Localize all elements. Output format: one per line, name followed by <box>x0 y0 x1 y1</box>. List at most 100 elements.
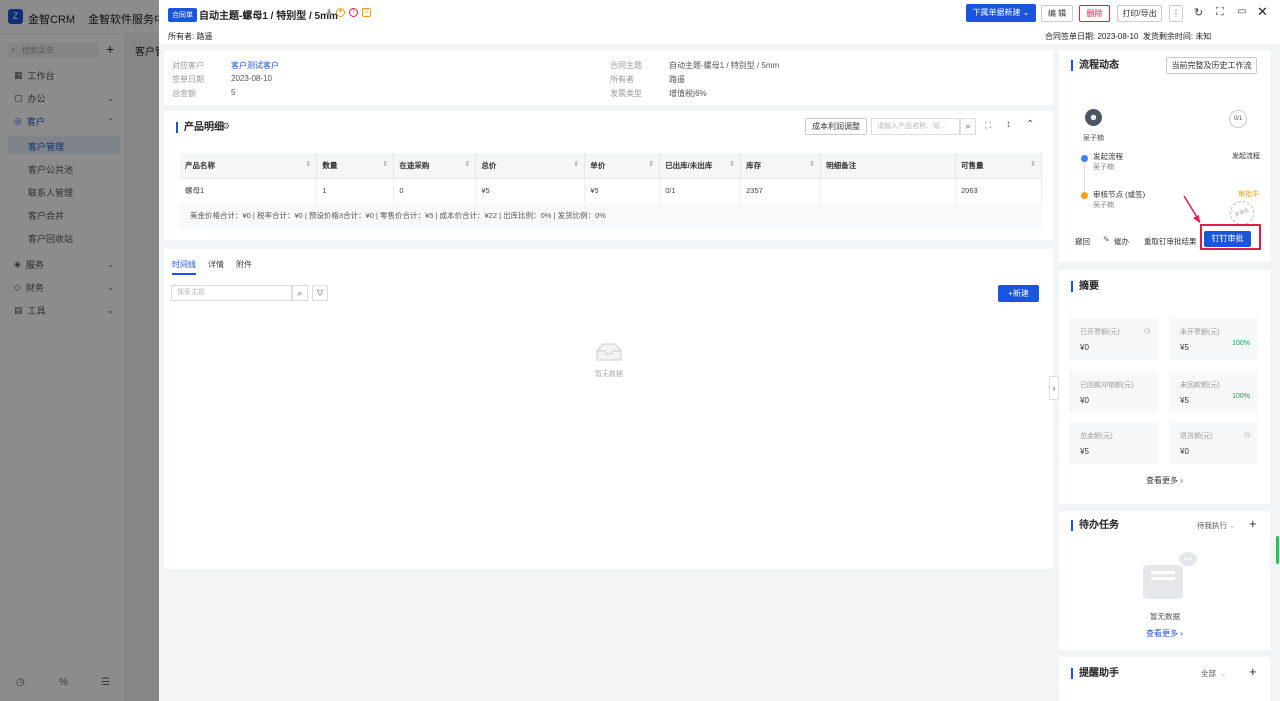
workflow-history-button[interactable]: 当前完整及历史工作流 <box>1166 57 1257 74</box>
add-task-icon[interactable]: + <box>1249 516 1257 531</box>
summary-title: 摘要 <box>1071 281 1099 292</box>
info-value: 路遥 <box>669 75 685 84</box>
tasks-more-link[interactable]: 查看更多 › <box>1146 628 1183 639</box>
scrollbar-thumb[interactable] <box>1276 536 1279 564</box>
step-user: 吴子楠 <box>1093 164 1114 171</box>
step-dot-icon <box>1081 155 1088 162</box>
refetch-result-button[interactable]: 重取钉审批结果 <box>1144 236 1197 247</box>
summary-cell: 总金额(元) ¥5 <box>1069 422 1158 464</box>
chevron-down-icon: ⌄ <box>1022 8 1030 17</box>
pin-icon: ✎ <box>1103 235 1110 244</box>
column-header[interactable]: 库存 ⇕ <box>740 153 822 178</box>
refresh-icon[interactable]: ↻ <box>1194 6 1203 19</box>
column-header[interactable]: 总价 ⇕ <box>475 153 586 178</box>
warning-icon[interactable]: ! <box>349 8 358 17</box>
product-search-input[interactable]: 请输入产品名称、规... <box>871 118 960 135</box>
column-header[interactable]: 在途采购 ⇕ <box>393 153 477 178</box>
owner-label: 所有者: <box>168 32 195 41</box>
sort-vertical-icon[interactable]: ↕ <box>1006 119 1011 130</box>
contract-drawer: 合同单 自动主题-螺母1 / 特别型 / 5mm ♟ ✦ ! ☺ 所有者: 路遥… <box>159 0 1280 701</box>
print-export-button[interactable]: 打印/导出 <box>1117 5 1162 22</box>
column-header[interactable]: 可售量 ⇕ <box>955 153 1042 178</box>
settings-icon[interactable]: ⚙ <box>222 121 230 132</box>
info-value: 增值税|6% <box>669 89 707 98</box>
header-meta: 合同签单日期: 2023-08-10 发货剩余时间: 未知 <box>1045 32 1212 41</box>
cost-profit-button[interactable]: 成本利润调整 <box>805 118 867 135</box>
tasks-empty-text: 暂无数据 <box>1150 612 1180 621</box>
empty-box-icon <box>596 343 622 361</box>
step-status: 发起流程 <box>1232 153 1260 160</box>
help-icon: ◷ <box>1143 328 1150 335</box>
tasks-filter-select[interactable]: 待我执行 ⌄ <box>1197 520 1235 531</box>
step-name: 审核节点 (或签) <box>1093 190 1146 199</box>
column-header[interactable]: 产品名称 ⇕ <box>180 153 318 178</box>
filter-icon[interactable]: ▽ <box>312 285 328 301</box>
info-label: 发票类型 <box>610 89 642 98</box>
drawer-header: 合同单 自动主题-螺母1 / 特别型 / 5mm ♟ ✦ ! ☺ 所有者: 路遥… <box>159 0 1280 44</box>
tab-timeline[interactable]: 时间线 <box>172 259 196 275</box>
table-cell: 2357 <box>740 177 822 203</box>
table-cell: 2063 <box>955 177 1042 203</box>
more-icon[interactable]: ⋮ <box>1169 5 1183 22</box>
tasks-title: 待办任务 <box>1071 520 1119 531</box>
add-reminder-icon[interactable]: + <box>1249 664 1257 679</box>
workflow-title: 流程动态 <box>1071 60 1119 71</box>
urge-button[interactable]: 催办 <box>1114 236 1129 247</box>
star-icon[interactable]: ✦ <box>336 8 345 17</box>
table-header-row: 产品名称 ⇕ 数量 ⇕ 在途采购 ⇕ 总价 ⇕ 单价 ⇕ 已出库/未出库 ⇕ 库存 ⇕ 明细备… <box>180 153 1042 178</box>
summary-cell: 未回款额(元) ¥5 100% <box>1169 371 1258 413</box>
column-header[interactable]: 已出库/未出库 ⇕ <box>659 153 742 178</box>
reminder-filter-select[interactable]: 全部 ⌄ <box>1201 668 1226 679</box>
column-header[interactable]: 单价 ⇕ <box>584 153 661 178</box>
page-title: 自动主题-螺母1 / 特别型 / 5mm <box>199 11 338 22</box>
chevron-right-icon: › <box>1180 476 1183 485</box>
table-cell: 0/1 <box>659 177 742 203</box>
chevron-down-icon: ⌄ <box>1220 669 1227 678</box>
info-label: 总金额 <box>172 89 196 98</box>
timeline-card: 时间线 详情 附件 搜索主题 ⌕ ▽ +新建 暂无数据 <box>164 249 1053 569</box>
timeline-tabs: 时间线 详情 附件 <box>172 259 252 275</box>
smile-icon[interactable]: ☺ <box>362 8 371 17</box>
empty-text: 暂无数据 <box>595 371 623 378</box>
delete-button[interactable]: 删除 <box>1079 5 1110 22</box>
table-cell: 1 <box>316 177 395 203</box>
withdraw-button[interactable]: 撤回 <box>1075 236 1090 247</box>
summary-cell: 已开票额(元) ◷ ¥0 <box>1069 318 1158 360</box>
summary-more-link[interactable]: 查看更多 › <box>1146 475 1183 486</box>
avatar[interactable]: ☻ <box>1085 109 1102 126</box>
user-name: 吴子楠 <box>1083 135 1104 142</box>
expand-icon[interactable]: ⛶ <box>985 120 991 131</box>
step-dot-icon <box>1081 192 1088 199</box>
new-sub-document-button[interactable]: 下属单据新建 ⌄ <box>966 4 1036 22</box>
owner-value: 路遥 <box>196 32 213 41</box>
summary-card: 摘要 已开票额(元) ◷ ¥0 未开票额(元) ¥5 100% 已回款冲销额(元) ¥0 … <box>1059 270 1270 504</box>
column-header[interactable]: 明细备注 <box>820 153 956 178</box>
new-timeline-button[interactable]: +新建 <box>998 285 1039 302</box>
person-icon: ♟ <box>325 7 334 17</box>
timeline-search-input[interactable]: 搜索主题 <box>171 285 292 301</box>
reminder-card: 提醒助手 全部 ⌄ + <box>1059 657 1270 701</box>
window-icon[interactable]: ▭ <box>1237 6 1246 17</box>
info-label: 对应客户 <box>172 61 204 70</box>
product-name-link[interactable]: 螺母1 <box>180 177 318 203</box>
collapse-icon[interactable]: ⌃ <box>1026 119 1034 130</box>
table-cell: 0 <box>393 177 477 203</box>
column-header[interactable]: 数量 ⇕ <box>316 153 395 178</box>
close-icon[interactable]: ✕ <box>1257 4 1268 20</box>
tab-detail[interactable]: 详情 <box>208 259 224 275</box>
step-name: 发起流程 <box>1093 152 1123 161</box>
search-icon[interactable]: ⌕ <box>960 118 976 135</box>
edit-button[interactable]: 编 辑 <box>1041 5 1073 22</box>
search-icon[interactable]: ⌕ <box>292 285 308 301</box>
tab-attachment[interactable]: 附件 <box>236 259 252 275</box>
fullscreen-icon[interactable]: ⛶ <box>1216 6 1224 19</box>
summary-cell: 未开票额(元) ¥5 100% <box>1169 318 1258 360</box>
arrow-annotation-icon <box>1183 195 1201 223</box>
table-totals: 美金价格合计：¥0 | 税率合计：¥0 | 预设价格3合计：¥0 | 零售价合计… <box>180 203 1042 228</box>
contract-info-card: 对应客户 客户测试客户 签单日期 2023-08-10 总金额 5 合同主题 自… <box>164 50 1053 105</box>
customer-link[interactable]: 客户测试客户 <box>231 60 279 71</box>
dingtalk-approval-button[interactable]: 钉钉审批 <box>1204 231 1251 247</box>
info-label: 所有者 <box>610 75 634 84</box>
collapse-panel-handle[interactable]: › <box>1049 376 1059 400</box>
approval-count: 0/1 <box>1229 110 1247 128</box>
